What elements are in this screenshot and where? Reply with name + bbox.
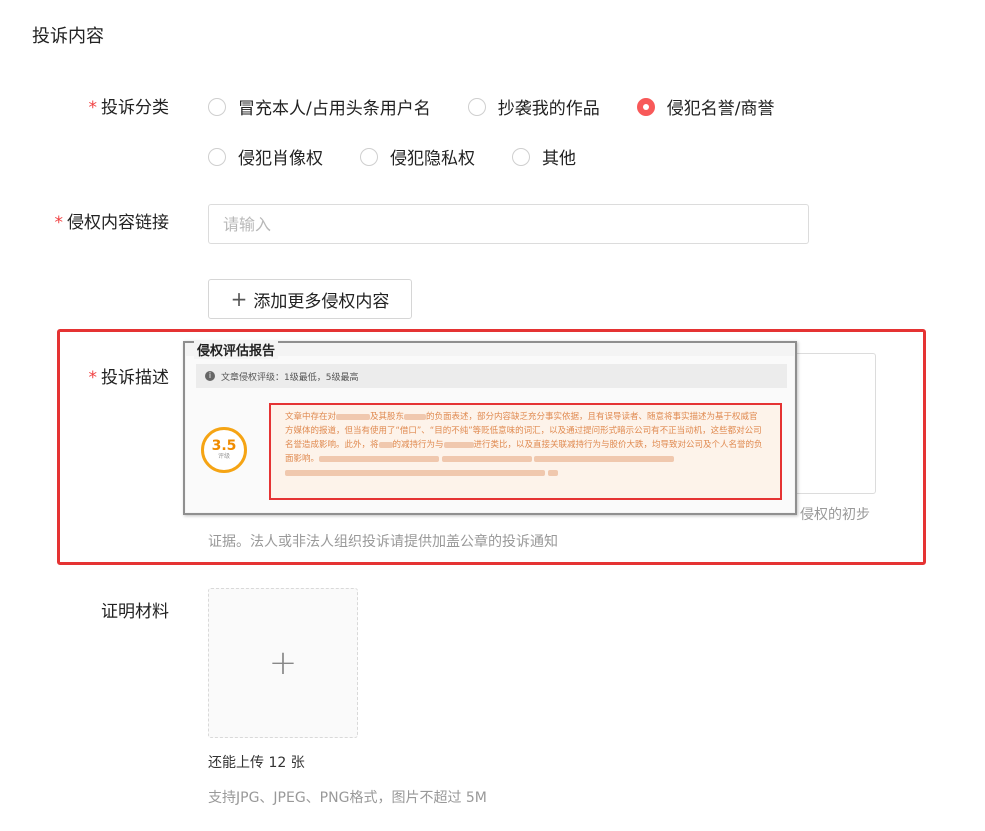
radio-option-portrait[interactable]: 侵犯肖像权 bbox=[208, 144, 323, 169]
link-label-text: 侵权内容链接 bbox=[67, 213, 169, 233]
radio-label: 侵犯肖像权 bbox=[238, 149, 323, 169]
radio-button[interactable] bbox=[208, 97, 226, 116]
section-title: 投诉内容 bbox=[32, 26, 104, 47]
highlight-frame bbox=[57, 329, 926, 565]
required-mark: * bbox=[54, 213, 64, 233]
radio-option-other[interactable]: 其他 bbox=[512, 144, 576, 169]
radio-button[interactable] bbox=[467, 97, 486, 116]
plus-icon: + bbox=[268, 643, 298, 683]
link-label: * 侵权内容链接 bbox=[55, 208, 170, 233]
category-label: * 投诉分类 bbox=[89, 93, 170, 118]
evidence-label: 证明材料 bbox=[101, 602, 169, 622]
radio-button[interactable] bbox=[360, 147, 378, 166]
category-radio-row-1: 冒充本人/占用头条用户名 抄袭我的作品 侵犯名誉/商誉 bbox=[208, 94, 811, 119]
add-more-content-button[interactable]: + 添加更多侵权内容 bbox=[208, 279, 412, 319]
radio-option-impersonation[interactable]: 冒充本人/占用头条用户名 bbox=[208, 94, 431, 119]
radio-option-privacy[interactable]: 侵犯隐私权 bbox=[360, 144, 475, 169]
category-radio-row-2: 侵犯肖像权 侵犯隐私权 其他 bbox=[208, 144, 613, 169]
radio-button[interactable] bbox=[208, 147, 226, 166]
upload-format-hint: 支持JPG、JPEG、PNG格式，图片不超过 5M bbox=[208, 790, 487, 806]
radio-label: 冒充本人/占用头条用户名 bbox=[238, 99, 431, 119]
radio-button[interactable] bbox=[512, 147, 530, 166]
upload-box[interactable]: + bbox=[208, 588, 358, 738]
link-input[interactable] bbox=[208, 204, 809, 244]
required-mark: * bbox=[88, 98, 98, 118]
add-more-label: 添加更多侵权内容 bbox=[253, 291, 390, 312]
upload-remaining: 还能上传 12 张 bbox=[208, 755, 305, 771]
radio-label: 侵犯隐私权 bbox=[390, 149, 475, 169]
radio-button-checked[interactable] bbox=[636, 97, 655, 116]
radio-label: 抄袭我的作品 bbox=[497, 99, 600, 119]
radio-label: 侵犯名誉/商誉 bbox=[666, 99, 775, 119]
plus-icon: + bbox=[230, 287, 248, 311]
radio-option-plagiarism[interactable]: 抄袭我的作品 bbox=[467, 94, 600, 119]
radio-option-reputation[interactable]: 侵犯名誉/商誉 bbox=[636, 94, 775, 119]
radio-label: 其他 bbox=[542, 149, 576, 169]
category-label-text: 投诉分类 bbox=[101, 98, 169, 118]
